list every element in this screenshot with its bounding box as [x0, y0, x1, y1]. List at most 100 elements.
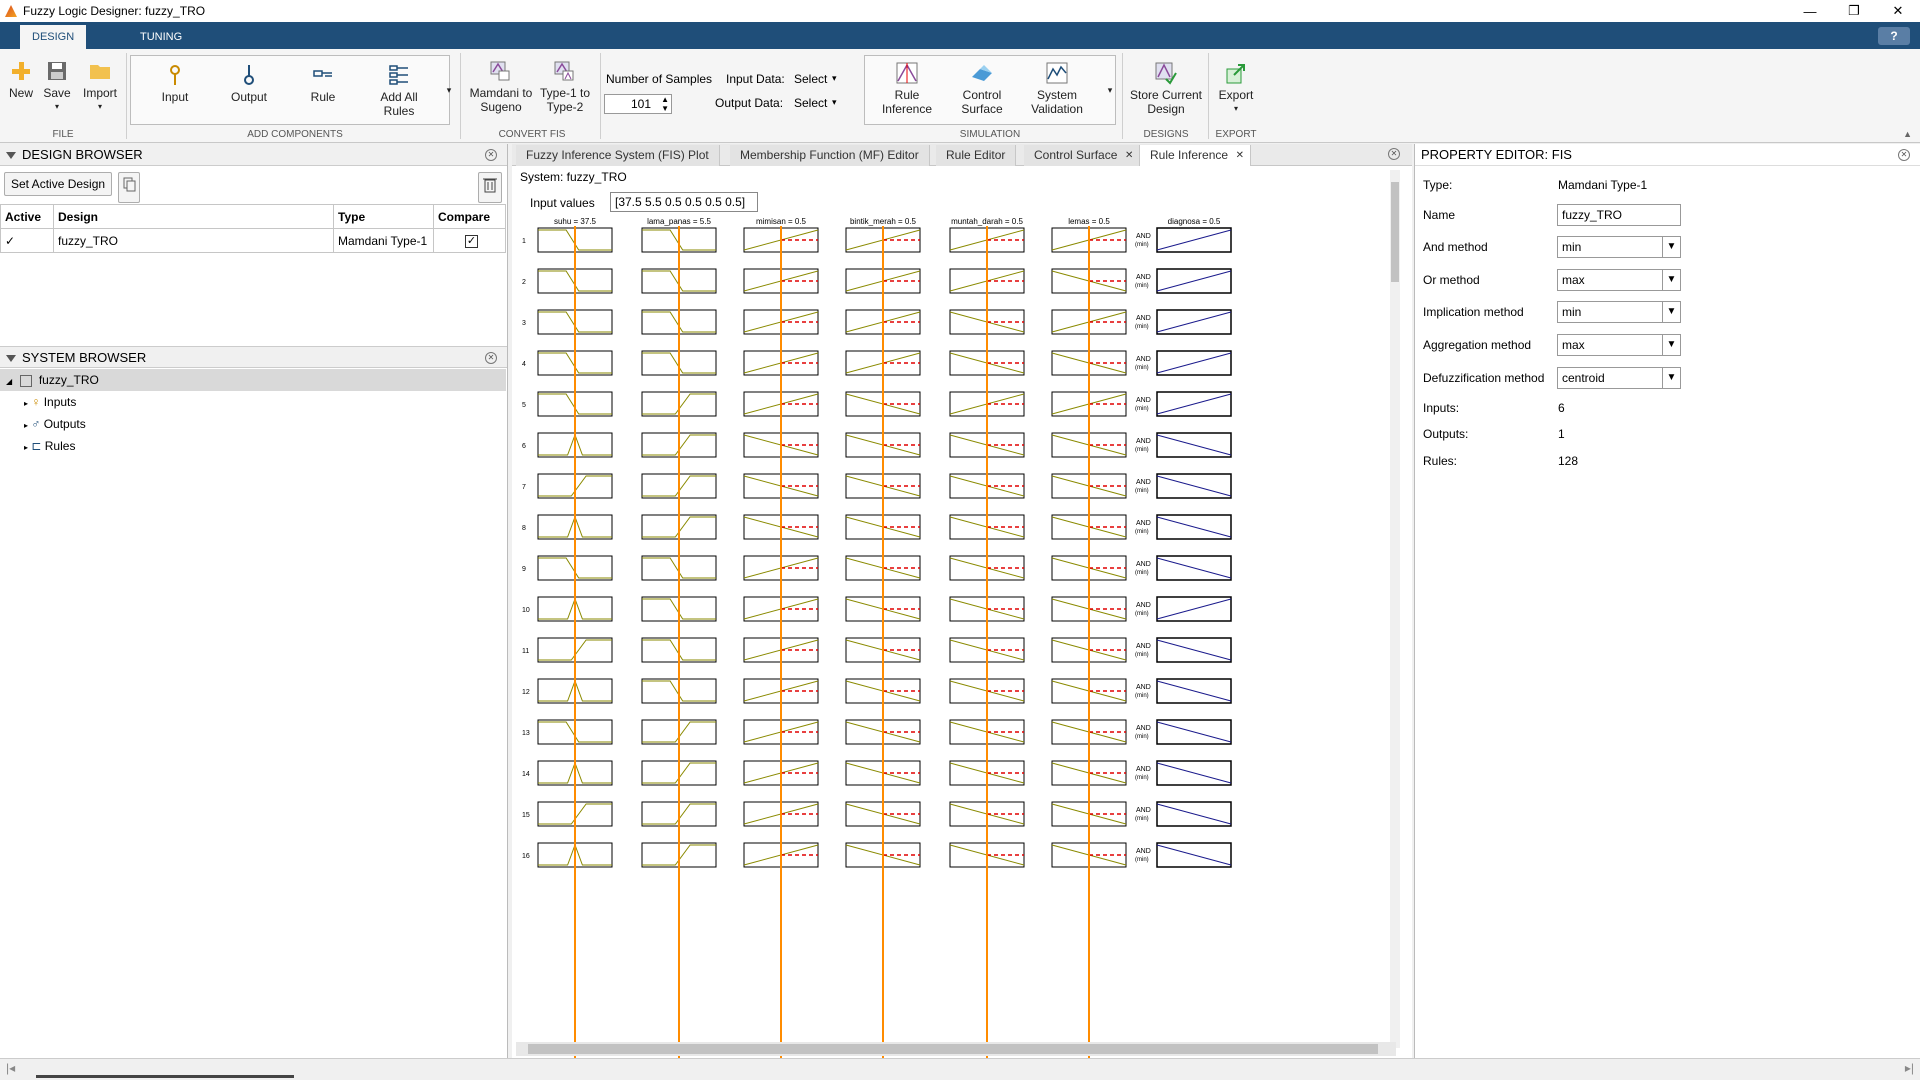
close-document-icon[interactable]: ✕ [1388, 148, 1400, 160]
implication-method-select[interactable]: min ▼ [1557, 301, 1681, 323]
tree-item-label: Inputs [43, 395, 77, 409]
collapse-icon[interactable] [6, 355, 16, 362]
tab-rule-inference[interactable]: Rule Inference ✕ [1140, 145, 1252, 166]
table-row[interactable]: ✓ fuzzy_TRO Mamdani Type-1 ✓ [0, 228, 506, 253]
and-method-select[interactable]: min ▼ [1557, 236, 1681, 258]
save-button[interactable]: Save ▾ [40, 59, 74, 114]
chevron-down-icon[interactable]: ▼ [1662, 237, 1680, 257]
compare-checkbox[interactable]: ✓ [465, 235, 478, 248]
designs-group-label: DESIGNS [1143, 129, 1189, 140]
rule-row-number: 10 [522, 607, 530, 614]
import-button[interactable]: Import ▾ [80, 59, 120, 114]
spinner-arrows-icon[interactable]: ▲ ▼ [661, 95, 669, 113]
control-surface-label: Control Surface [961, 88, 1003, 116]
output-data-dropdown-icon[interactable]: ▾ [832, 97, 837, 108]
expand-icon[interactable]: ◢ [6, 377, 12, 386]
tab-design[interactable]: DESIGN [20, 25, 87, 49]
collapse-ribbon-icon[interactable]: ▲ [1903, 129, 1912, 139]
or-method-select[interactable]: max ▼ [1557, 269, 1681, 291]
horizontal-scrollbar[interactable] [516, 1042, 1396, 1056]
chevron-down-icon[interactable]: ▼ [1662, 335, 1680, 355]
implication-method-label: Implication method [1423, 305, 1524, 319]
rule-inference-plot[interactable]: suhu = 37.5 lama_panas = 5.5 mimisan = 0.5… [520, 216, 1390, 1072]
and-label: AND [1136, 233, 1151, 240]
close-panel-icon[interactable]: ✕ [485, 352, 497, 364]
chevron-down-icon[interactable]: ▼ [1662, 302, 1680, 322]
window-title: Fuzzy Logic Designer: fuzzy_TRO [23, 4, 206, 18]
vertical-scrollbar[interactable] [1390, 170, 1400, 1048]
simulation-more-button[interactable]: ▾ [1104, 83, 1116, 97]
system-validation-button[interactable]: System Validation [1022, 61, 1092, 116]
and-label: AND [1136, 643, 1151, 650]
ribbon: New Save ▾ Import ▾ FILE Input Output Rule… [0, 49, 1920, 143]
column-header-compare[interactable]: Compare [433, 204, 506, 229]
aggregation-method-select[interactable]: max ▼ [1557, 334, 1681, 356]
close-tab-icon[interactable]: ✕ [1236, 145, 1244, 166]
maximize-button[interactable]: ❐ [1832, 0, 1876, 22]
rule-inference-button[interactable]: Rule Inference [872, 61, 942, 116]
chevron-down-icon[interactable]: ▼ [1662, 368, 1680, 388]
control-surface-button[interactable]: Control Surface [946, 61, 1018, 116]
scroll-left-icon[interactable]: |◂ [6, 1061, 15, 1075]
expand-arrow-icon[interactable]: ▸ [24, 443, 28, 452]
input-values-field[interactable]: [37.5 5.5 0.5 0.5 0.5 0.5] [610, 192, 758, 212]
defuzzification-method-select[interactable]: centroid ▼ [1557, 367, 1681, 389]
name-input[interactable]: fuzzy_TRO [1557, 204, 1681, 226]
add-components-more-button[interactable]: ▾ [443, 83, 455, 97]
input-data-dropdown-icon[interactable]: ▾ [832, 73, 837, 84]
column-header-type[interactable]: Type [333, 204, 434, 229]
duplicate-design-button[interactable] [118, 172, 140, 203]
scrollbar-thumb[interactable] [1391, 182, 1399, 282]
design-browser-title: DESIGN BROWSER [22, 147, 143, 162]
design-name[interactable]: fuzzy_TRO [53, 228, 334, 253]
minimize-button[interactable]: — [1788, 0, 1832, 22]
input-column-header: bintik_merah = 0.5 [850, 217, 917, 226]
min-label: (min) [1135, 816, 1149, 822]
export-button[interactable]: Export ▾ [1212, 61, 1260, 116]
tree-root-fuzzy-tro[interactable]: ◢ fuzzy_TRO [0, 369, 506, 391]
new-button[interactable]: New [6, 59, 36, 100]
mamdani-to-sugeno-button[interactable]: Mamdani to Sugeno [466, 59, 536, 114]
collapse-icon[interactable] [6, 152, 16, 159]
add-input-button[interactable]: Input [150, 63, 200, 104]
store-design-button[interactable]: Store Current Design [1126, 61, 1206, 116]
convert-icon [490, 61, 510, 81]
and-label: AND [1136, 315, 1151, 322]
input-data-select[interactable]: Select [794, 72, 827, 86]
and-label: AND [1136, 602, 1151, 609]
close-button[interactable]: ✕ [1876, 0, 1920, 22]
expand-arrow-icon[interactable]: ▸ [24, 421, 28, 430]
scrollbar-thumb[interactable] [528, 1044, 1378, 1054]
expand-arrow-icon[interactable]: ▸ [24, 399, 28, 408]
chevron-down-icon[interactable]: ▼ [1662, 270, 1680, 290]
set-active-design-button[interactable]: Set Active Design [4, 172, 113, 196]
tree-item-rules[interactable]: ▸ ⊏ Rules [24, 435, 75, 457]
tree-item-inputs[interactable]: ▸ ♀ Inputs [24, 391, 76, 413]
samples-spinner[interactable]: 101 ▲ ▼ [604, 94, 672, 114]
tab-mf-editor[interactable]: Membership Function (MF) Editor [730, 145, 930, 166]
delete-design-button[interactable] [478, 172, 502, 203]
and-label: AND [1136, 561, 1151, 568]
surface-icon [972, 65, 992, 81]
rule-row-number: 5 [522, 402, 526, 409]
tab-fis-plot[interactable]: Fuzzy Inference System (FIS) Plot [516, 145, 720, 166]
input-icon [170, 65, 180, 85]
type1-to-type2-button[interactable]: Type-1 to Type-2 [538, 59, 592, 114]
tab-rule-editor[interactable]: Rule Editor [936, 145, 1017, 166]
help-button[interactable]: ? [1878, 27, 1910, 45]
close-panel-icon[interactable]: ✕ [1898, 149, 1910, 161]
close-tab-icon[interactable]: ✕ [1125, 145, 1133, 166]
add-output-button[interactable]: Output [222, 63, 276, 104]
add-rule-button[interactable]: Rule [298, 63, 348, 104]
column-header-active[interactable]: Active [0, 204, 54, 229]
tab-control-surface[interactable]: Control Surface ✕ [1024, 145, 1141, 166]
output-data-select[interactable]: Select [794, 96, 827, 110]
close-panel-icon[interactable]: ✕ [485, 149, 497, 161]
export-icon [1226, 64, 1245, 84]
column-header-design[interactable]: Design [53, 204, 334, 229]
tree-item-outputs[interactable]: ▸ ♂ Outputs [24, 413, 86, 435]
add-all-rules-button[interactable]: Add All Rules [370, 63, 428, 118]
type-value: Mamdani Type-1 [1558, 178, 1648, 192]
scroll-right-icon[interactable]: ▸| [1905, 1061, 1914, 1075]
tab-tuning[interactable]: TUNING [128, 25, 194, 49]
